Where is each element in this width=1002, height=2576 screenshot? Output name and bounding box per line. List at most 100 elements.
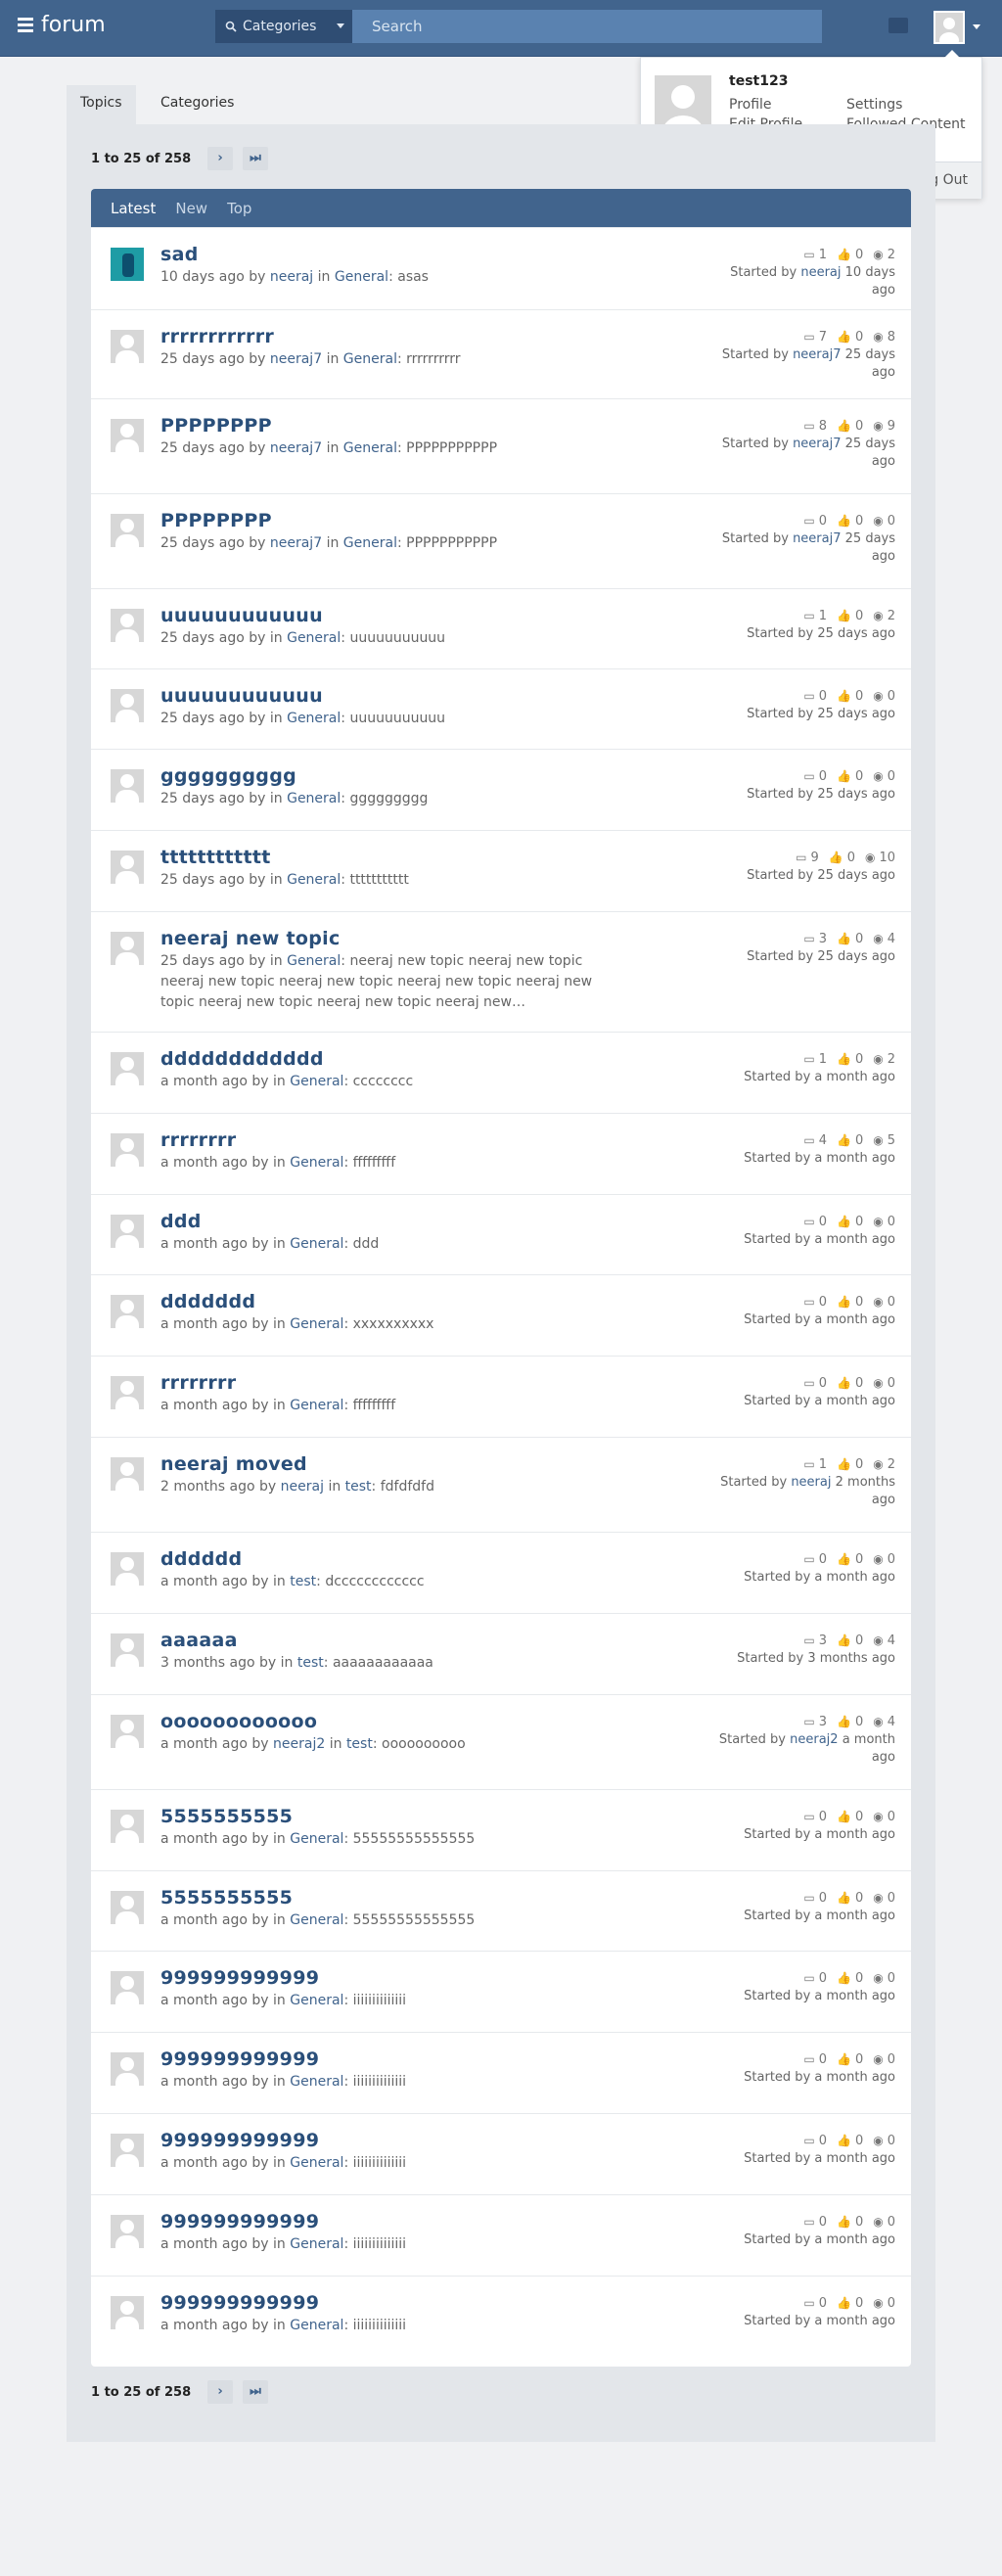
starter-link[interactable]: neeraj7	[793, 347, 841, 362]
avatar[interactable]	[111, 330, 144, 363]
tab-top[interactable]: Top	[227, 200, 251, 217]
menu-icon[interactable]	[18, 15, 33, 35]
topic-title[interactable]: rrrrrrrrrrrr	[160, 326, 274, 347]
topic-title[interactable]: aaaaaa	[160, 1630, 238, 1651]
topic-category-link[interactable]: General	[290, 2155, 343, 2171]
starter-link[interactable]: neeraj2	[790, 1732, 838, 1747]
avatar[interactable]	[111, 1715, 144, 1748]
avatar[interactable]	[111, 1810, 144, 1843]
avatar[interactable]	[111, 2134, 144, 2167]
chevron-down-icon[interactable]	[973, 24, 980, 29]
topic-row[interactable]: uuuuuuuuuuuu 25 days ago by in General: u…	[91, 668, 911, 749]
search-input[interactable]	[352, 10, 822, 43]
topic-title[interactable]: 999999999999	[160, 2292, 319, 2314]
topic-category-link[interactable]: General	[287, 953, 341, 969]
next-page-button[interactable]: ›	[207, 147, 233, 170]
next-page-button-bottom[interactable]: ›	[207, 2380, 233, 2404]
topic-title[interactable]: 999999999999	[160, 2048, 319, 2070]
topic-title[interactable]: dddddd	[160, 1548, 242, 1570]
avatar[interactable]	[111, 1295, 144, 1328]
brand[interactable]: forum	[18, 13, 106, 37]
avatar[interactable]	[111, 2296, 144, 2329]
profile-link[interactable]: Profile	[729, 97, 772, 113]
topic-row[interactable]: uuuuuuuuuuuu 25 days ago by in General: u…	[91, 588, 911, 668]
avatar[interactable]	[111, 1376, 144, 1409]
topic-title[interactable]: uuuuuuuuuuuu	[160, 605, 323, 626]
avatar[interactable]	[111, 769, 144, 803]
avatar[interactable]	[111, 1633, 144, 1667]
avatar[interactable]	[111, 2052, 144, 2086]
chat-icon[interactable]	[888, 18, 908, 33]
topic-row[interactable]: gggggggggg 25 days ago by in General: ggg…	[91, 749, 911, 830]
settings-link[interactable]: Settings	[846, 97, 902, 113]
avatar[interactable]	[111, 689, 144, 722]
tab-latest[interactable]: Latest	[111, 200, 156, 217]
avatar[interactable]	[111, 932, 144, 965]
topic-author-link[interactable]: neeraj2	[273, 1736, 325, 1752]
topic-row[interactable]: sad 10 days ago by neeraj in General: asa…	[91, 227, 911, 309]
topic-row[interactable]: 999999999999 a month ago by in General: i…	[91, 2113, 911, 2194]
topic-category-link[interactable]: General	[287, 711, 341, 726]
starter-link[interactable]: neeraj7	[793, 437, 841, 451]
topic-category-link[interactable]: General	[290, 1912, 343, 1928]
avatar[interactable]	[111, 1891, 144, 1924]
topic-category-link[interactable]: General	[287, 630, 341, 646]
avatar[interactable]	[111, 1215, 144, 1248]
topic-category-link[interactable]: test	[290, 1574, 316, 1589]
topic-title[interactable]: neeraj moved	[160, 1453, 307, 1475]
topic-title[interactable]: neeraj new topic	[160, 928, 341, 949]
starter-link[interactable]: neeraj	[800, 265, 841, 280]
topic-title[interactable]: ddddddd	[160, 1291, 255, 1312]
topic-title[interactable]: rrrrrrrr	[160, 1129, 236, 1151]
topic-category-link[interactable]: General	[287, 872, 341, 888]
topic-row[interactable]: 999999999999 a month ago by in General: i…	[91, 2276, 911, 2367]
topic-row[interactable]: tttttttttttt 25 days ago by in General: t…	[91, 830, 911, 911]
topic-category-link[interactable]: General	[290, 2236, 343, 2252]
tab-new[interactable]: New	[175, 200, 207, 217]
topic-title[interactable]: 5555555555	[160, 1887, 293, 1909]
topic-title[interactable]: 999999999999	[160, 2211, 319, 2232]
last-page-button[interactable]: ⏭	[243, 147, 268, 170]
topic-title[interactable]: 5555555555	[160, 1806, 293, 1827]
avatar[interactable]	[111, 1971, 144, 2004]
topic-title[interactable]: ddd	[160, 1211, 202, 1232]
avatar[interactable]	[111, 419, 144, 452]
topic-title[interactable]: gggggggggg	[160, 765, 296, 787]
topic-row[interactable]: 999999999999 a month ago by in General: i…	[91, 2032, 911, 2113]
topic-category-link[interactable]: General	[343, 535, 397, 551]
topic-category-link[interactable]: General	[343, 440, 397, 456]
topic-category-link[interactable]: General	[287, 791, 341, 806]
topic-row[interactable]: rrrrrrrr a month ago by in General: fffff…	[91, 1113, 911, 1194]
topic-row[interactable]: dddddddddddd a month ago by in General: c…	[91, 1032, 911, 1113]
topic-row[interactable]: PPPPPPPP 25 days ago by neeraj7 in Genera…	[91, 493, 911, 588]
topic-title[interactable]: tttttttttttt	[160, 847, 271, 868]
topic-category-link[interactable]: General	[290, 2074, 343, 2090]
topic-category-link[interactable]: General	[290, 1316, 343, 1332]
topic-row[interactable]: oooooooooooo a month ago by neeraj2 in te…	[91, 1694, 911, 1789]
avatar[interactable]	[111, 514, 144, 547]
avatar[interactable]	[111, 1052, 144, 1085]
topic-row[interactable]: dddddd a month ago by in test: dccccccccc…	[91, 1532, 911, 1613]
topic-category-link[interactable]: General	[290, 1074, 343, 1089]
topic-row[interactable]: neeraj new topic 25 days ago by in Genera…	[91, 911, 911, 1032]
topic-author-link[interactable]: neeraj7	[270, 535, 322, 551]
starter-link[interactable]: neeraj7	[793, 531, 841, 546]
tab-categories[interactable]: Categories	[147, 85, 248, 124]
topic-title[interactable]: 999999999999	[160, 1967, 319, 1989]
topic-author-link[interactable]: neeraj7	[270, 440, 322, 456]
topic-title[interactable]: sad	[160, 244, 199, 265]
last-page-button-bottom[interactable]: ⏭	[243, 2380, 268, 2404]
topic-category-link[interactable]: General	[290, 1398, 343, 1413]
topic-row[interactable]: ddddddd a month ago by in General: xxxxxx…	[91, 1274, 911, 1356]
avatar[interactable]	[111, 2215, 144, 2248]
topic-row[interactable]: 5555555555 a month ago by in General: 555…	[91, 1789, 911, 1870]
topic-category-link[interactable]: General	[290, 1993, 343, 2008]
topic-title[interactable]: 999999999999	[160, 2130, 319, 2151]
avatar[interactable]	[111, 609, 144, 642]
topic-row[interactable]: PPPPPPPP 25 days ago by neeraj7 in Genera…	[91, 398, 911, 493]
topic-author-link[interactable]: neeraj	[270, 269, 313, 285]
topic-category-link[interactable]: test	[345, 1479, 372, 1495]
topic-row[interactable]: aaaaaa 3 months ago by in test: aaaaaaaaa…	[91, 1613, 911, 1694]
topic-author-link[interactable]: neeraj7	[270, 351, 322, 367]
topic-row[interactable]: ddd a month ago by in General: ddd ▭ 0 👍 0 ◉ 0 S…	[91, 1194, 911, 1274]
